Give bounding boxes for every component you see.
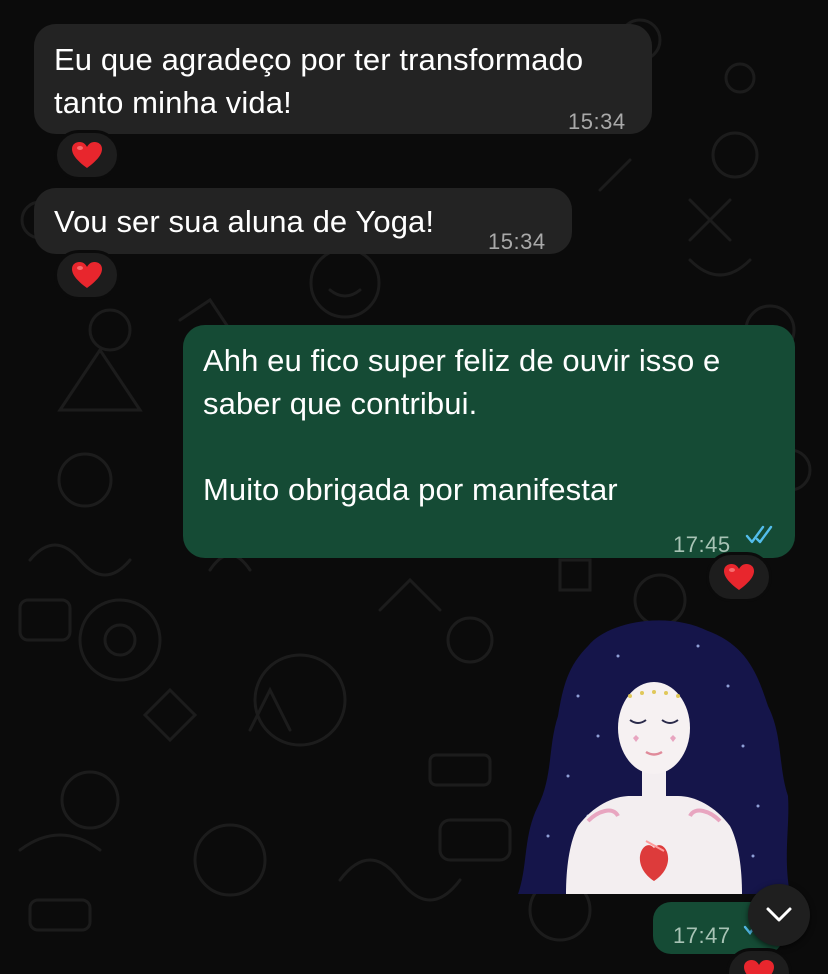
reaction-badge[interactable] (706, 552, 772, 602)
incoming-message[interactable]: Eu que agradeço por ter transformado tan… (34, 24, 652, 134)
outgoing-message[interactable]: Ahh eu fico super feliz de ouvir isso e … (183, 325, 795, 558)
heart-icon (72, 262, 102, 288)
message-time: 17:47 (673, 923, 731, 948)
message-time: 15:34 (488, 229, 546, 254)
incoming-message[interactable]: Vou ser sua aluna de Yoga! 15:34 (34, 188, 572, 254)
message-time: 15:34 (568, 109, 626, 134)
message-text: Eu que agradeço por ter transformado tan… (54, 42, 584, 120)
chevron-down-icon (766, 907, 792, 922)
message-text: Ahh eu fico super feliz de ouvir isso e … (203, 343, 721, 507)
heart-icon (744, 960, 774, 974)
scroll-to-bottom-button[interactable] (748, 884, 810, 946)
reaction-badge[interactable] (54, 250, 120, 300)
sticker-image[interactable] (518, 616, 790, 894)
heart-icon (724, 564, 754, 590)
reaction-badge[interactable] (54, 130, 120, 180)
heart-icon (72, 142, 102, 168)
chat-view[interactable]: Eu que agradeço por ter transformado tan… (0, 0, 828, 974)
message-text: Vou ser sua aluna de Yoga! (54, 204, 435, 239)
read-receipt-icon (745, 525, 773, 544)
